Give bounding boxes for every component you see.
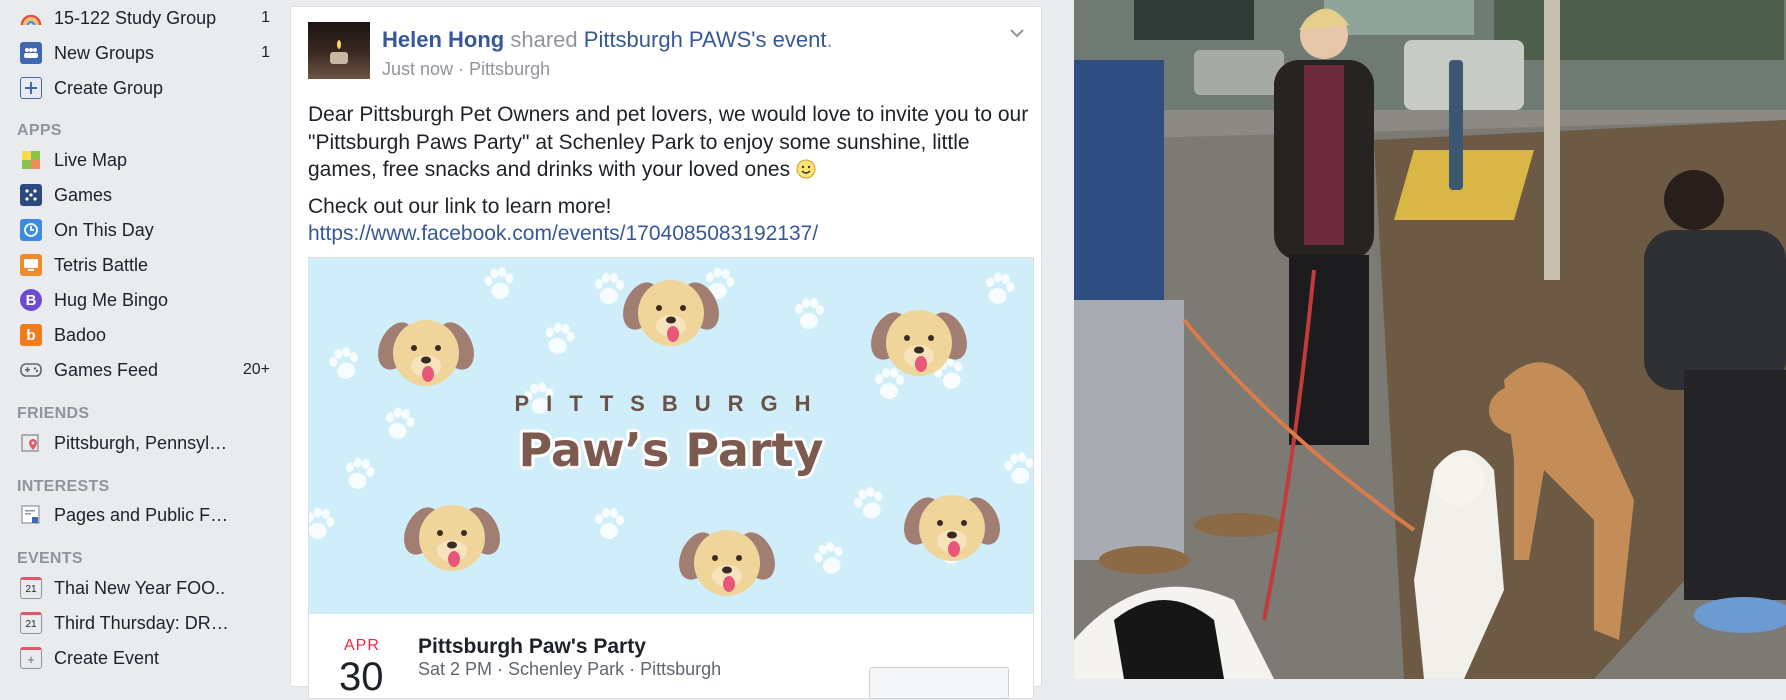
meta-separator: · — [453, 59, 470, 79]
sidebar-item-label: Third Thursday: DR… — [54, 612, 229, 633]
gamepad-icon — [20, 359, 42, 381]
event-month: APR — [344, 637, 380, 654]
sidebar-item-label: Games — [54, 184, 113, 205]
sidebar-item-pages-feed[interactable]: Pages and Public F… — [20, 500, 270, 530]
section-heading-events: EVENTS — [17, 550, 83, 567]
sidebar-item-new-groups[interactable]: New Groups 1 — [20, 38, 270, 68]
sidebar-item-live-map[interactable]: Live Map — [20, 145, 270, 175]
dog-park-photo — [1074, 0, 1786, 679]
event-banner[interactable]: PITTSBURGH Paw’s Party — [309, 258, 1033, 614]
banner-title-line1: PITTSBURGH — [514, 391, 828, 416]
dog-face-icon — [904, 495, 1000, 561]
groups-icon — [20, 42, 42, 64]
sidebar-item-count: 1 — [261, 9, 270, 26]
dog-face-icon — [378, 320, 474, 386]
post-verb: shared — [510, 27, 578, 52]
event-link[interactable]: event — [773, 27, 827, 52]
bingo-icon: B — [20, 289, 42, 311]
location-pin-icon — [20, 432, 42, 454]
sidebar-item-count: 20+ — [242, 361, 270, 378]
sidebar-item-on-this-day[interactable]: On This Day — [20, 215, 270, 245]
sidebar-item-label: Tetris Battle — [54, 254, 149, 275]
sidebar-item-badoo[interactable]: b Badoo — [20, 320, 270, 350]
chevron-down-icon[interactable] — [1007, 23, 1027, 43]
event-details: Sat 2 PM · Schenley Park · Pittsburgh — [418, 659, 722, 679]
dog-face-icon — [679, 530, 775, 596]
section-heading-interests: INTERESTS — [17, 478, 110, 495]
sidebar-item-study-group[interactable]: 15-122 Study Group 1 — [20, 3, 270, 33]
event-day: 30 — [339, 655, 384, 699]
plus-icon — [20, 77, 42, 99]
candle-flame — [337, 40, 341, 49]
banner-title-line2: Paw’s Party — [518, 423, 824, 477]
sidebar-item-label: Thai New Year FOO.. — [54, 577, 226, 598]
calendar-day: 21 — [25, 583, 37, 595]
sidebar-item-games-feed[interactable]: Games Feed 20+ — [20, 355, 270, 385]
avatar[interactable] — [308, 22, 370, 79]
calendar-plus: + — [27, 651, 35, 667]
sidebar-item-label: Games Feed — [54, 359, 159, 380]
sidebar-item-label: 15-122 Study Group — [54, 7, 217, 28]
sidebar-item-label: Create Event — [54, 647, 160, 668]
author-name-link[interactable]: Helen Hong — [382, 27, 504, 52]
left-sidebar: 15-122 Study Group 1 New Groups 1 Create… — [0, 0, 284, 679]
sidebar-item-tetris-battle[interactable]: Tetris Battle — [20, 250, 270, 280]
sidebar-item-games[interactable]: Games — [20, 180, 270, 210]
event-interested-button[interactable] — [869, 667, 1009, 699]
page-name-link[interactable]: Pittsburgh PAWS — [584, 27, 752, 52]
games-icon — [20, 184, 42, 206]
sidebar-item-count: 1 — [261, 44, 270, 61]
post-meta: Just now · Pittsburgh — [382, 59, 550, 80]
post-headline: Helen Hong shared Pittsburgh PAWS's even… — [382, 27, 833, 53]
possessive-text: 's — [751, 27, 767, 52]
post-url-link[interactable]: https://www.facebook.com/events/17040850… — [308, 222, 818, 245]
calendar-icon: 21 — [20, 577, 42, 599]
sidebar-item-label: Badoo — [54, 324, 107, 345]
event-title-link[interactable]: Pittsburgh Paw's Party — [418, 635, 646, 659]
section-heading-apps: APPS — [17, 122, 62, 139]
event-info: APR 30 Pittsburgh Paw's Party Sat 2 PM ·… — [309, 615, 1033, 699]
pages-feed-icon — [20, 504, 42, 526]
dog-face-icon — [623, 280, 719, 346]
sidebar-item-pittsburgh[interactable]: Pittsburgh, Pennsyl… — [20, 428, 270, 458]
sidebar-item-label: Pittsburgh, Pennsyl… — [54, 432, 228, 453]
calendar-icon: 21 — [20, 612, 42, 634]
section-heading-friends: FRIENDS — [17, 405, 90, 422]
event-card[interactable]: PITTSBURGH Paw’s Party APR 30 Pittsburgh… — [308, 257, 1034, 699]
map-icon — [20, 149, 42, 171]
sidebar-item-label: On This Day — [54, 219, 154, 240]
post-location-link[interactable]: Pittsburgh — [469, 59, 550, 79]
clock-icon — [20, 219, 42, 241]
post-body-text: Dear Pittsburgh Pet Owners and pet lover… — [308, 103, 1029, 181]
post-photo[interactable] — [1074, 0, 1786, 679]
rainbow-icon — [20, 7, 42, 29]
sidebar-item-label: Hug Me Bingo — [54, 289, 169, 310]
sidebar-item-event-thai-new-year[interactable]: 21 Thai New Year FOO.. — [20, 573, 270, 603]
post-body: Dear Pittsburgh Pet Owners and pet lover… — [308, 101, 1033, 248]
sidebar-item-create-group[interactable]: Create Group — [20, 73, 270, 103]
headline-period: . — [826, 27, 833, 52]
feed-post: Helen Hong shared Pittsburgh PAWS's even… — [290, 6, 1042, 699]
sidebar-item-label: Live Map — [54, 149, 128, 170]
badoo-icon: b — [20, 324, 42, 346]
tetris-icon — [20, 254, 42, 276]
post-body-text-2: Check out our link to learn more! — [308, 194, 612, 218]
dog-face-icon — [404, 505, 500, 571]
sidebar-item-label: Pages and Public F… — [54, 504, 229, 525]
cake-shape — [330, 52, 348, 64]
sidebar-item-create-event[interactable]: + Create Event — [20, 643, 270, 673]
calendar-day: 21 — [25, 618, 37, 630]
sidebar-item-event-third-thursday[interactable]: 21 Third Thursday: DR… — [20, 608, 270, 638]
post-timestamp[interactable]: Just now — [382, 59, 453, 79]
sidebar-item-hug-me-bingo[interactable]: B Hug Me Bingo — [20, 285, 270, 315]
calendar-plus-icon: + — [20, 647, 42, 669]
sidebar-item-label: New Groups — [54, 42, 155, 63]
sidebar-item-label: Create Group — [54, 77, 164, 98]
dog-face-icon — [871, 310, 967, 376]
smile-emoji-icon — [796, 159, 816, 179]
